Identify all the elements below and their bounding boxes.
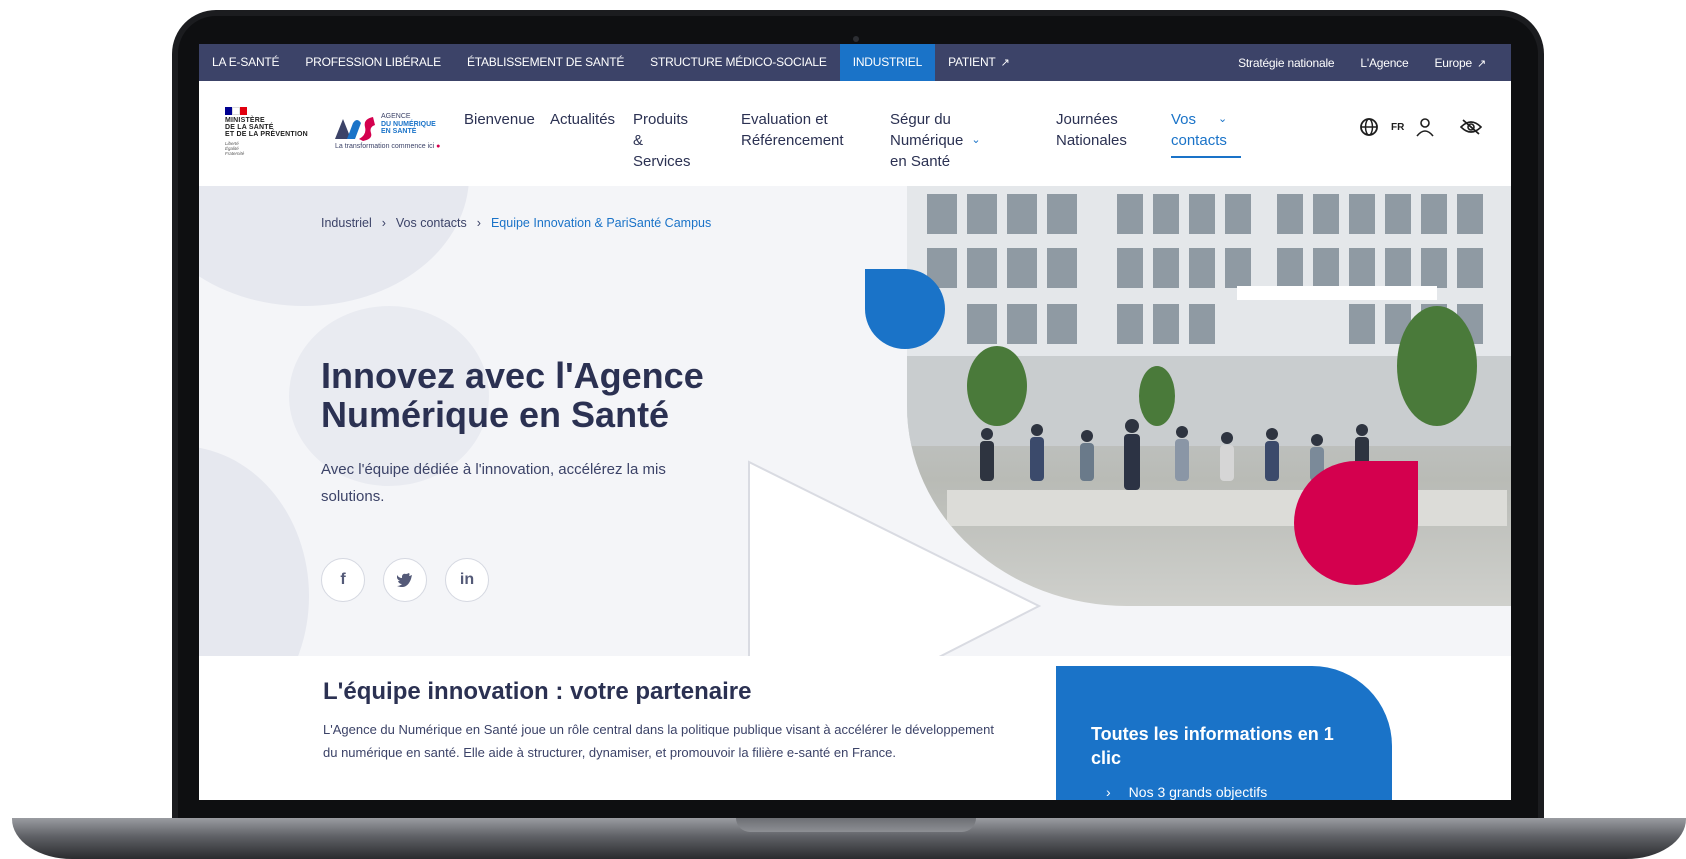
republic-motto: Liberté Égalité Fraternité (225, 141, 319, 156)
laptop-mockup: LA E-SANTÉ PROFESSION LIBÉRALE ÉTABLISSE… (0, 0, 1686, 859)
ans-line: AGENCE (381, 113, 411, 120)
content-section: L'équipe innovation : votre partenaire L… (199, 656, 1511, 800)
linkedin-share-button[interactable]: in (445, 558, 489, 602)
breadcrumb-current: Equipe Innovation & PariSanté Campus (490, 216, 712, 230)
ans-tagline: La transformation commence ici ● (335, 143, 440, 150)
chevron-down-icon: ⌄ (1218, 113, 1228, 125)
audience-structure-medico-sociale[interactable]: STRUCTURE MÉDICO-SOCIALE (637, 44, 840, 81)
nav-actualites[interactable]: Actualités (550, 109, 615, 130)
ans-mark-icon (335, 117, 375, 141)
nav-label: Ségur du Numérique (890, 111, 964, 149)
twitter-icon (397, 573, 412, 587)
ans-line: EN SANTÉ (381, 128, 417, 135)
ans-wordmark: AGENCE DU NUMÉRIQUE EN SANTÉ (381, 113, 436, 136)
breadcrumb-separator: › (476, 216, 481, 230)
chevron-down-icon: ⌄ (971, 134, 981, 146)
nav-label: Bienvenue (464, 111, 535, 128)
decorative-blue-drop (865, 269, 945, 349)
active-nav-indicator (1171, 156, 1241, 158)
accessibility-eye-slash-icon[interactable] (1460, 118, 1483, 136)
link-strategie-nationale[interactable]: Stratégie nationale (1225, 44, 1347, 81)
location-pin-icon: ● (436, 143, 441, 150)
header-tools: FR (1359, 117, 1483, 137)
audience-patient[interactable]: PATIENT ↗ (935, 44, 1023, 81)
breadcrumb: Industriel › Vos contacts › Equipe Innov… (321, 216, 711, 230)
ans-line: DU NUMÉRIQUE (381, 120, 436, 128)
info-card: Toutes les informations en 1 clic › Nos 3… (1056, 666, 1392, 800)
language-selector[interactable]: FR (1391, 122, 1404, 133)
decorative-shape (199, 446, 309, 656)
info-card-link-label: Nos 3 grands objectifs (1128, 784, 1268, 800)
facebook-icon: f (340, 571, 346, 588)
french-flag-icon (225, 107, 248, 115)
nav-vos-contacts[interactable]: Vos ⌄ contacts (1171, 109, 1227, 153)
browser-screen: LA E-SANTÉ PROFESSION LIBÉRALE ÉTABLISSE… (199, 44, 1511, 800)
nav-segur-numerique[interactable]: Ségur du Numérique ⌄ en Santé (890, 109, 981, 172)
audience-patient-label: PATIENT (948, 55, 996, 69)
decorative-red-drop (1294, 461, 1418, 585)
site-header: MINISTÈRE DE LA SANTÉ ET DE LA PRÉVENTIO… (199, 81, 1511, 186)
audience-la-e-sante[interactable]: LA E-SANTÉ (199, 44, 292, 81)
breadcrumb-vos-contacts[interactable]: Vos contacts (396, 216, 467, 230)
page-title-line: Numérique en Santé (321, 394, 670, 434)
nav-label: en Santé (890, 153, 951, 170)
laptop-notch (736, 818, 976, 832)
external-link-icon: ↗ (1476, 58, 1486, 70)
ministry-name: MINISTÈRE DE LA SANTÉ ET DE LA PRÉVENTIO… (225, 117, 319, 138)
link-europe[interactable]: Europe ↗ (1421, 44, 1499, 81)
nav-label: Services (633, 153, 691, 170)
nav-produits-services[interactable]: Produits & Services (633, 109, 691, 172)
ministry-line: DE LA SANTÉ (225, 124, 274, 131)
info-card-link[interactable]: › Nos 3 grands objectifs (1106, 784, 1267, 800)
info-card-title: Toutes les informations en 1 clic (1091, 724, 1334, 768)
twitter-share-button[interactable] (383, 558, 427, 602)
social-share: f in (321, 558, 489, 602)
hero-subtitle-line: Avec l'équipe dédiée à l'innovation, acc… (321, 461, 666, 478)
linkedin-icon: in (459, 571, 475, 588)
audience-industriel[interactable]: INDUSTRIEL (839, 44, 936, 81)
chevron-right-icon: › (1106, 784, 1111, 800)
hero-section: Industriel › Vos contacts › Equipe Innov… (199, 186, 1511, 656)
nav-label: Nationales (1056, 132, 1127, 149)
webcam (853, 36, 859, 42)
page-title-line: Innovez avec l'Agence (321, 356, 704, 396)
ministry-logo[interactable]: MINISTÈRE DE LA SANTÉ ET DE LA PRÉVENTIO… (225, 107, 319, 156)
audience-bar: LA E-SANTÉ PROFESSION LIBÉRALE ÉTABLISSE… (199, 44, 1511, 81)
link-europe-label: Europe (1434, 56, 1472, 70)
decorative-shape (199, 186, 469, 306)
hero-subtitle-line: solutions. (321, 488, 385, 505)
section-title: L'équipe innovation : votre partenaire (323, 678, 752, 705)
facebook-share-button[interactable]: f (321, 558, 365, 602)
user-icon[interactable] (1416, 117, 1434, 137)
building-facade-graphic (907, 186, 1511, 446)
globe-icon[interactable] (1359, 117, 1379, 137)
audience-nav: LA E-SANTÉ PROFESSION LIBÉRALE ÉTABLISSE… (199, 44, 1023, 81)
hero-subtitle: Avec l'équipe dédiée à l'innovation, acc… (321, 456, 701, 510)
nav-label: Référencement (741, 132, 844, 149)
page-title: Innovez avec l'Agence Numérique en Santé (321, 356, 731, 434)
breadcrumb-industriel[interactable]: Industriel (321, 216, 372, 230)
nav-label: Produits & (633, 111, 689, 149)
nav-label: Actualités (550, 111, 616, 128)
ministry-line: MINISTÈRE (225, 117, 265, 124)
play-video-button[interactable] (739, 454, 1059, 656)
section-paragraph: L'Agence du Numérique en Santé joue un r… (323, 722, 994, 760)
link-l-agence[interactable]: L'Agence (1347, 44, 1421, 81)
motto-line: Fraternité (225, 151, 245, 156)
nav-label: Evaluation et (741, 111, 828, 128)
breadcrumb-separator: › (381, 216, 386, 230)
nav-label: Vos (1171, 111, 1197, 128)
ans-tagline-text: La transformation commence ici (335, 143, 435, 150)
external-link-icon: ↗ (1000, 57, 1010, 69)
institution-nav: Stratégie nationale L'Agence Europe ↗ (1225, 44, 1499, 81)
nav-label: Journées (1056, 111, 1118, 128)
audience-etablissement-de-sante[interactable]: ÉTABLISSEMENT DE SANTÉ (454, 44, 637, 81)
ministry-line: ET DE LA PRÉVENTION (225, 131, 308, 138)
nav-evaluation-referencement[interactable]: Evaluation et Référencement (741, 109, 844, 151)
nav-bienvenue[interactable]: Bienvenue (464, 109, 535, 130)
nav-label: contacts (1171, 132, 1227, 149)
audience-profession-liberale[interactable]: PROFESSION LIBÉRALE (292, 44, 454, 81)
nav-journees-nationales[interactable]: Journées Nationales (1056, 109, 1127, 151)
